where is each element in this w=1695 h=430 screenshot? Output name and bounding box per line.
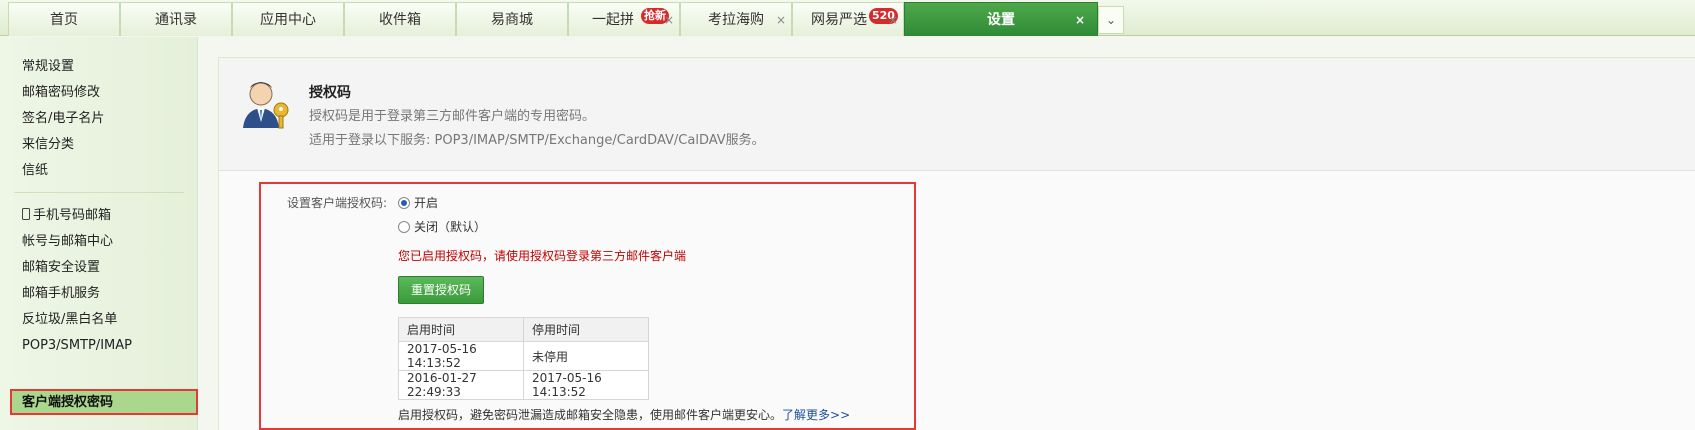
tab-label: 收件箱 (379, 12, 421, 28)
table-cell: 2017-05-16 14:13:52 (523, 370, 649, 400)
tab-inbox[interactable]: 收件箱 (344, 2, 456, 36)
more-tabs-chevron-icon[interactable]: ⌄ (1098, 6, 1124, 34)
table-cell: 2016-01-27 22:49:33 (398, 370, 524, 400)
tab-label: 考拉海购 (708, 12, 764, 28)
sidebar-item-auth-code[interactable]: 客户端授权密码 (10, 389, 198, 415)
close-tab-icon[interactable]: × (776, 3, 786, 37)
settings-sidebar: 常规设置 邮箱密码修改 签名/电子名片 来信分类 信纸 手机号码邮箱 帐号与邮箱… (0, 37, 198, 430)
sidebar-item-pop3[interactable]: POP3/SMTP/IMAP (22, 336, 132, 356)
sidebar-item-general[interactable]: 常规设置 (22, 57, 74, 77)
tab-label: 一起拼 (592, 12, 634, 28)
sidebar-item-spam[interactable]: 反垃圾/黑白名单 (22, 310, 117, 330)
tab-label: 首页 (50, 12, 78, 28)
sidebar-item-label: 客户端授权密码 (22, 395, 114, 410)
top-tab-bar: 首页 通讯录 应用中心 收件箱 易商城 一起拼 抢新 × 考拉海购 × 网易严选… (0, 0, 1695, 36)
radio-disable-label[interactable]: 关闭（默认） (414, 218, 486, 235)
tab-yi-mall[interactable]: 易商城 (456, 2, 568, 36)
tab-app-center[interactable]: 应用中心 (232, 2, 344, 36)
close-tab-icon[interactable]: × (1075, 3, 1085, 37)
sidebar-item-password[interactable]: 邮箱密码修改 (22, 83, 100, 103)
sidebar-divider (14, 192, 184, 193)
tab-label: 设置 (987, 12, 1015, 28)
sidebar-item-signature[interactable]: 签名/电子名片 (22, 109, 104, 129)
table-header-row: 启用时间 停用时间 (398, 317, 649, 342)
radio-enable[interactable] (398, 197, 410, 209)
sidebar-item-label: 手机号码邮箱 (33, 208, 112, 223)
tab-label: 通讯录 (155, 12, 197, 28)
sidebar-item-filters[interactable]: 来信分类 (22, 135, 74, 155)
main-content: 授权码 授权码是用于登录第三方邮件客户端的专用密码。 适用于登录以下服务: PO… (218, 57, 1695, 430)
tab-contacts[interactable]: 通讯录 (120, 2, 232, 36)
close-tab-icon[interactable]: × (664, 3, 674, 37)
page-title: 授权码 (309, 85, 351, 101)
footer-note: 启用授权码，避免密码泄漏造成邮箱安全隐患，使用邮件客户端更安心。了解更多>> (398, 406, 850, 423)
sidebar-item-security[interactable]: 邮箱安全设置 (22, 258, 100, 278)
reset-auth-code-button[interactable]: 重置授权码 (398, 276, 484, 304)
page-services-note: 适用于登录以下服务: POP3/IMAP/SMTP/Exchange/CardD… (309, 133, 765, 148)
auth-history-table: 启用时间 停用时间 2017-05-16 14:13:52 未停用 2016-0… (398, 317, 649, 400)
tab-kaola[interactable]: 考拉海购 × (680, 2, 792, 36)
close-tab-icon[interactable]: × (888, 3, 898, 37)
learn-more-link[interactable]: 了解更多>> (782, 408, 850, 422)
user-key-icon (243, 82, 289, 129)
sidebar-item-stationery[interactable]: 信纸 (22, 161, 48, 181)
setting-label: 设置客户端授权码: (287, 196, 388, 210)
radio-disable[interactable] (398, 221, 410, 233)
tab-label: 易商城 (491, 12, 533, 28)
page-description: 授权码是用于登录第三方邮件客户端的专用密码。 (309, 109, 596, 124)
tab-yanxuan[interactable]: 网易严选 520 × (792, 2, 904, 36)
auth-code-settings-panel: 设置客户端授权码: 开启 关闭（默认） 您已启用授权码，请使用授权码登录第三方邮… (259, 182, 916, 430)
tab-settings[interactable]: 设置 × (904, 2, 1098, 36)
column-header: 启用时间 (398, 317, 524, 342)
footer-text: 启用授权码，避免密码泄漏造成邮箱安全隐患，使用邮件客户端更安心。 (398, 408, 783, 422)
sidebar-item-mobile-service[interactable]: 邮箱手机服务 (22, 284, 100, 304)
column-header: 停用时间 (523, 317, 649, 342)
table-row: 2017-05-16 14:13:52 未停用 (398, 341, 649, 371)
enabled-warning: 您已启用授权码，请使用授权码登录第三方邮件客户端 (398, 249, 687, 263)
tab-label: 应用中心 (260, 12, 316, 28)
radio-enable-label[interactable]: 开启 (414, 194, 438, 211)
table-row: 2016-01-27 22:49:33 2017-05-16 14:13:52 (398, 370, 649, 400)
phone-icon (22, 208, 30, 220)
table-cell: 未停用 (523, 341, 649, 371)
page-header: 授权码 授权码是用于登录第三方邮件客户端的专用密码。 适用于登录以下服务: PO… (219, 58, 1695, 171)
tab-label: 网易严选 (811, 12, 867, 28)
sidebar-item-phone-mailbox[interactable]: 手机号码邮箱 (22, 206, 111, 226)
table-cell: 2017-05-16 14:13:52 (398, 341, 524, 371)
tab-yiqipin[interactable]: 一起拼 抢新 × (568, 2, 680, 36)
sidebar-item-account-center[interactable]: 帐号与邮箱中心 (22, 232, 113, 252)
tab-home[interactable]: 首页 (8, 2, 120, 36)
